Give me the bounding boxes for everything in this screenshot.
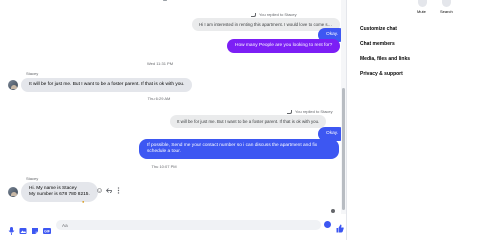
smile-reaction-icon[interactable] — [97, 188, 102, 193]
message-text: How many People are you looking to rent … — [235, 43, 333, 48]
reply-tag: You replied to Stacey — [287, 109, 333, 114]
sender-name: Stacey — [26, 71, 39, 76]
quoted-text: It will be for just me. But I want to be… — [177, 119, 320, 124]
timestamp: Thu 6:29 AM — [147, 96, 171, 101]
message-input[interactable] — [56, 220, 321, 230]
mic-icon[interactable] — [8, 222, 15, 235]
sticker-icon[interactable] — [31, 222, 38, 234]
chat-info-panel — [347, 0, 500, 240]
like-icon[interactable] — [336, 220, 344, 233]
outgoing-message-highlighted[interactable]: How many People are you looking to rent … — [227, 39, 341, 53]
cut-off-element — [163, 0, 167, 1]
avatar[interactable] — [8, 187, 18, 197]
search-label[interactable]: Search — [440, 9, 453, 14]
reply-tag-text: You replied to Stacey — [259, 12, 297, 17]
avatar[interactable] — [8, 80, 18, 90]
reply-arrow-icon — [251, 12, 256, 17]
message-text-line: My number is 678 780 8215. — [29, 192, 90, 197]
reply-tag: You replied to Stacey — [251, 12, 297, 17]
incoming-message[interactable]: It will be for just me. But I want to be… — [21, 78, 193, 92]
message-text: Okay. — [326, 131, 339, 136]
message-input-placeholder: Aa — [62, 222, 68, 228]
image-icon[interactable] — [19, 222, 27, 234]
gif-icon[interactable]: GIF — [43, 222, 51, 234]
reply-arrow-icon — [287, 109, 292, 114]
emoji-icon[interactable] — [324, 221, 331, 228]
message-text: Okay. — [326, 32, 339, 37]
timestamp: Wed 11:31 PM — [146, 61, 174, 66]
svg-text:GIF: GIF — [44, 230, 51, 234]
quoted-message[interactable]: It will be for just me. But I want to be… — [170, 115, 327, 129]
side-menu-media-files-links[interactable]: Media, files and links — [360, 56, 410, 62]
reply-icon[interactable] — [106, 188, 112, 193]
scrollbar-thumb[interactable] — [342, 88, 345, 210]
message-text: It will be for just me. But I want to be… — [29, 82, 185, 87]
incoming-message[interactable]: Hi. My name is Stacey My number is 678 7… — [21, 182, 98, 202]
side-menu-chat-members[interactable]: Chat members — [360, 41, 395, 47]
reply-tag-text: You replied to Stacey — [295, 109, 333, 114]
timestamp: Thu 10:07 PM — [151, 164, 177, 169]
scroll-down-indicator-icon[interactable] — [331, 209, 335, 213]
message-text-line: schedule a tour. — [147, 149, 181, 154]
quoted-text: Hi I am interested in renting this apart… — [199, 22, 338, 27]
outgoing-message[interactable]: If possible, Send me your contact number… — [139, 139, 339, 159]
side-menu-privacy-support[interactable]: Privacy & support — [360, 71, 403, 77]
mute-label[interactable]: Mute — [417, 9, 426, 14]
emoji-reaction-icon: ● — [82, 199, 85, 204]
sender-name: Stacey — [26, 176, 39, 181]
side-menu-customize-chat[interactable]: Customize chat — [360, 26, 397, 32]
quoted-message[interactable]: Hi I am interested in renting this apart… — [192, 18, 340, 32]
more-icon[interactable] — [117, 187, 122, 194]
